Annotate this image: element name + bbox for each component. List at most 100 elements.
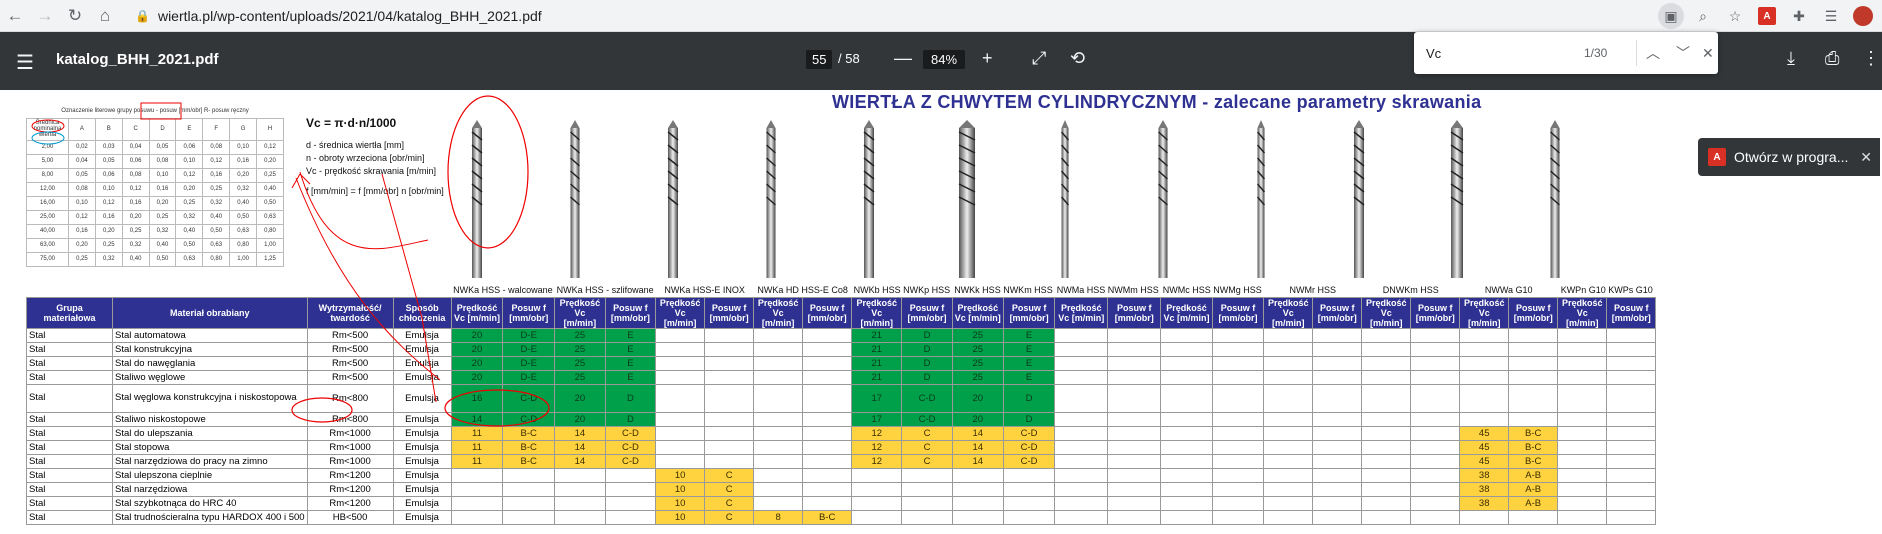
param-cell xyxy=(1211,439,1265,455)
param-cell xyxy=(1410,439,1461,455)
feed-table-cell: 5,00 xyxy=(26,153,69,169)
zoom-out-icon[interactable]: — xyxy=(894,48,912,69)
page-number-input[interactable]: 55 xyxy=(806,50,833,69)
param-cell: D xyxy=(901,327,953,343)
param-cell xyxy=(1606,495,1657,511)
open-in-app-popup[interactable]: A Otwórz w progra... ✕ xyxy=(1698,138,1880,176)
feed-table-cell: 0,50 xyxy=(148,251,177,267)
param-cell xyxy=(1557,383,1608,413)
reload-icon[interactable]: ↻ xyxy=(60,2,90,30)
menu-icon[interactable]: ☰ xyxy=(16,50,34,75)
close-popup-icon[interactable]: ✕ xyxy=(1860,149,1872,166)
table-cell: Emulsja xyxy=(392,383,452,413)
fit-page-icon[interactable]: ⤢ xyxy=(1032,48,1046,69)
table-header: Posuw f [mm/obr] xyxy=(901,296,953,329)
feed-table-cell: 0,05 xyxy=(148,139,177,155)
address-bar[interactable]: 🔒 wiertla.pl /wp-content/uploads/2021/04… xyxy=(135,3,1665,29)
forward-icon[interactable]: → xyxy=(30,2,60,30)
feed-table-row: 75,00 0,25 0,32 0,40 0,50 0,63 0,80 1,00 1,25 xyxy=(26,251,284,267)
param-cell xyxy=(502,467,556,483)
page-save-icon[interactable]: ▣ xyxy=(1658,3,1684,29)
param-cell: C-D xyxy=(1002,439,1056,455)
feed-table-cell: 0,06 xyxy=(94,167,123,183)
download-icon[interactable]: ⤓ xyxy=(1787,48,1795,69)
feed-table-cell: 0,08 xyxy=(148,153,177,169)
param-cell: E xyxy=(1002,369,1056,385)
acrobat-extension-icon[interactable]: A xyxy=(1754,3,1780,29)
back-icon[interactable]: ← xyxy=(0,2,30,30)
param-cell xyxy=(1410,369,1461,385)
feed-table-cell: 0,10 xyxy=(175,153,204,169)
param-cell xyxy=(1312,495,1363,511)
param-cell: 25 xyxy=(951,327,1004,343)
param-cell xyxy=(1211,509,1265,525)
bookmark-star-icon[interactable]: ☆ xyxy=(1722,3,1748,29)
param-cell xyxy=(1606,355,1657,371)
param-cell xyxy=(951,481,1004,497)
table-cell: Rm<500 xyxy=(306,341,394,357)
find-input[interactable]: Vc xyxy=(1426,46,1441,61)
param-cell xyxy=(1410,355,1461,371)
param-cell xyxy=(901,495,953,511)
param-cell: 21 xyxy=(851,355,903,371)
find-prev-icon[interactable]: ︿ xyxy=(1646,43,1660,63)
profile-avatar-icon[interactable] xyxy=(1850,3,1876,29)
table-cell: Stal narzędziowa xyxy=(112,481,308,497)
param-cell xyxy=(1211,481,1265,497)
feed-table-cell: 0,63 xyxy=(256,209,284,225)
drill-group-label: NWKa HSS - walcowane xyxy=(453,284,553,295)
param-cell xyxy=(704,341,755,357)
reading-list-icon[interactable]: ☰ xyxy=(1818,3,1844,29)
param-cell xyxy=(1160,411,1213,427)
feed-table-cell: 0,12 xyxy=(175,167,204,183)
param-cell: 20 xyxy=(450,369,504,385)
find-close-icon[interactable]: ✕ xyxy=(1702,45,1714,62)
param-cell xyxy=(1557,327,1608,343)
feed-table-cell: 0,32 xyxy=(94,251,123,267)
table-header: Prędkość Vc [m/min] xyxy=(1160,296,1213,329)
feed-table-header: G xyxy=(229,117,258,141)
home-icon[interactable]: ⌂ xyxy=(90,2,120,30)
param-cell xyxy=(802,453,853,469)
extensions-puzzle-icon[interactable]: ✚ xyxy=(1786,3,1812,29)
param-cell: E xyxy=(604,369,657,385)
drill-bit-icon xyxy=(1060,120,1070,278)
param-cell: 25 xyxy=(951,369,1004,385)
param-cell xyxy=(554,509,606,525)
param-cell xyxy=(802,341,853,357)
table-cell: Stal xyxy=(26,481,113,497)
param-cell xyxy=(1557,509,1608,525)
table-row: Stal Stal stopowa Rm<1000 Emulsja 11 B-C 14 C-D… xyxy=(26,439,1657,455)
table-header: Prędkość Vc [m/min] xyxy=(753,296,804,329)
rotate-icon[interactable]: ⟲ xyxy=(1070,48,1085,69)
zoom-in-icon[interactable]: + xyxy=(982,48,993,69)
zoom-level[interactable]: 84% xyxy=(923,50,966,69)
param-cell: 38 xyxy=(1459,481,1510,497)
param-cell xyxy=(502,509,556,525)
find-divider xyxy=(1636,40,1637,66)
print-icon[interactable]: ⎙ xyxy=(1825,48,1839,69)
drill-image xyxy=(1310,120,1408,278)
param-cell xyxy=(1459,327,1510,343)
param-cell xyxy=(655,411,706,427)
table-header: Posuw f [mm/obr] xyxy=(704,296,755,329)
table-header: Prędkość Vc [m/min] xyxy=(1459,296,1510,329)
find-next-icon[interactable]: ﹀ xyxy=(1676,43,1690,63)
table-header: Sposób chłodzenia xyxy=(392,296,452,329)
feed-table-cell: 0,06 xyxy=(175,139,204,155)
formula-block: Vc = π·d·n/1000 d - średnica wiertła [mm… xyxy=(306,116,444,199)
drill-image xyxy=(1016,120,1114,278)
zoom-icon[interactable]: ⌕ xyxy=(1690,3,1716,29)
more-icon[interactable]: ⋮ xyxy=(1862,48,1880,69)
param-cell xyxy=(951,467,1004,483)
feed-table-cell: 0,63 xyxy=(229,223,258,239)
param-cell xyxy=(1054,467,1109,483)
drill-group-label: NWMa HSS NWMm HSS xyxy=(1056,284,1159,295)
param-cell: 20 xyxy=(951,383,1004,413)
param-cell: E xyxy=(604,355,657,371)
feed-table-cell: 0,20 xyxy=(94,223,123,239)
param-cell: 8 xyxy=(753,509,804,525)
feed-table-cell: 0,20 xyxy=(175,181,204,197)
param-cell: 45 xyxy=(1459,453,1510,469)
drill-image xyxy=(1408,120,1506,278)
